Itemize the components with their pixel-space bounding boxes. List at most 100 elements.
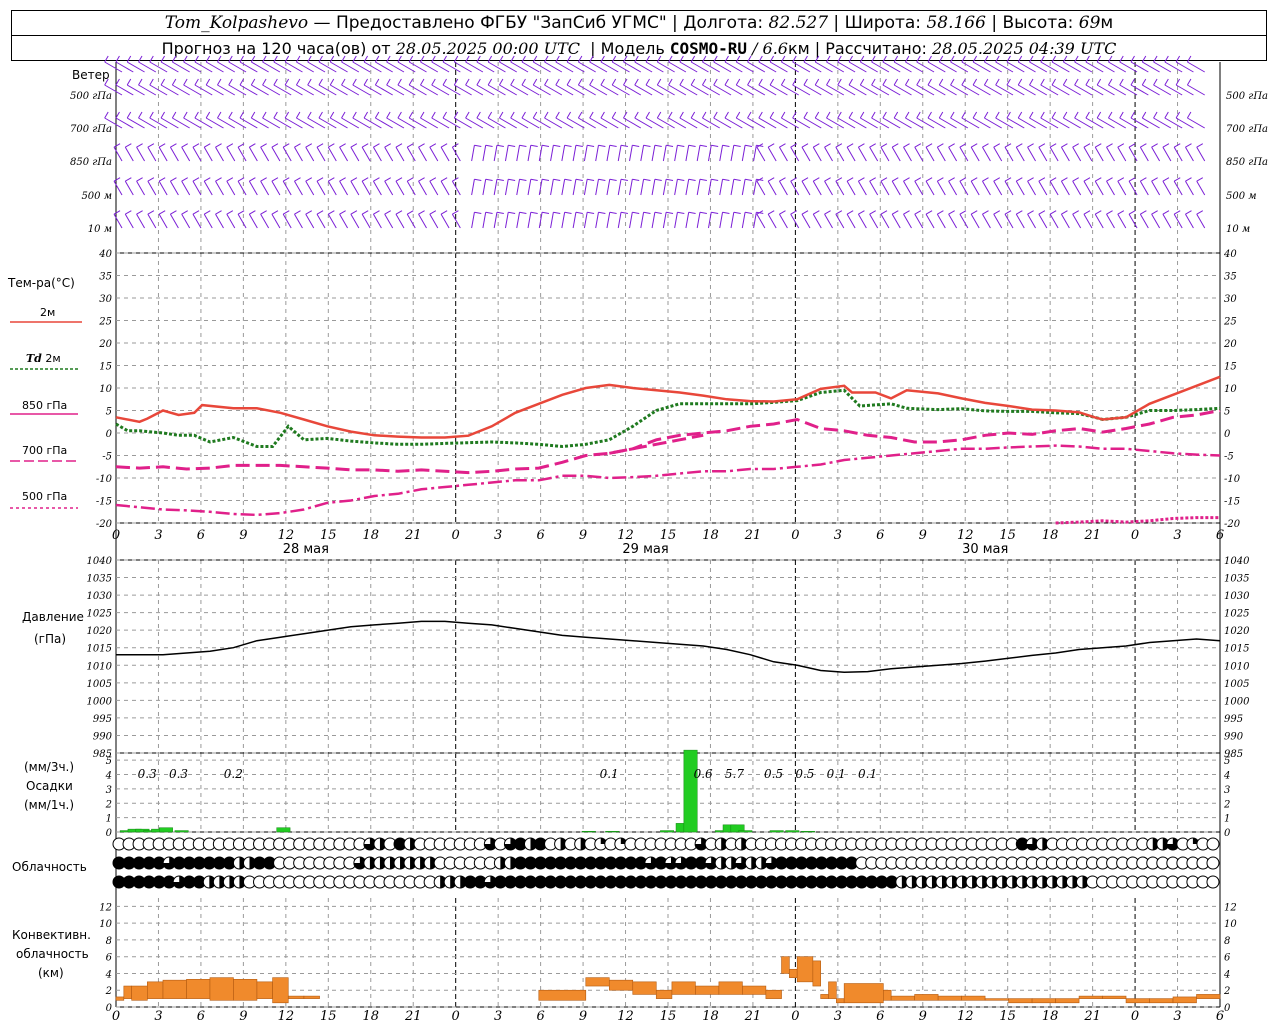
wind-barb-flag <box>654 178 662 181</box>
time-tick-label-bottom: 15 <box>660 1009 677 1024</box>
wind-barb-flag <box>373 177 380 182</box>
wind-barb-flag <box>1072 210 1079 215</box>
wind-barb <box>451 180 461 196</box>
wind-barb <box>824 146 833 162</box>
wind-barb <box>970 213 980 229</box>
wind-barb-flag <box>339 210 346 215</box>
wind-barb <box>696 212 701 229</box>
wind-barb-flag <box>733 178 741 181</box>
wind-barb-flag <box>970 210 978 215</box>
wind-barb-flag <box>609 211 617 214</box>
wind-barb-flag <box>429 177 437 182</box>
wind-barb-flag <box>701 78 707 86</box>
conv-cloud-box <box>796 956 814 983</box>
time-tick-label-bottom: 3 <box>1173 1009 1181 1024</box>
wind-barb <box>730 179 735 196</box>
time-tick-label: 9 <box>239 528 247 543</box>
wind-barb-flag <box>496 178 504 181</box>
wind-barb <box>493 145 498 162</box>
wind-barb <box>1083 213 1093 229</box>
wind-barb-flag <box>316 143 324 148</box>
wind-barb <box>857 146 867 162</box>
wind-barb-flag <box>237 177 245 182</box>
precip-3h-unit: (мм/3ч.) <box>24 760 75 774</box>
wind-barb-flag <box>192 177 200 182</box>
pressure-tick-label-right: 1035 <box>1224 574 1249 585</box>
wind-barb-flag <box>1128 143 1136 148</box>
wind-barb <box>395 146 405 162</box>
conv-cloud-box <box>883 989 892 1001</box>
wind-barb-flag <box>1029 55 1034 63</box>
time-tick-label-bottom: 18 <box>1042 1009 1059 1024</box>
precip-tick-label: 4 <box>105 771 112 782</box>
wind-barb <box>1106 213 1115 229</box>
time-tick-label: 9 <box>579 528 587 543</box>
wind-barb-flag <box>386 111 391 119</box>
wind-barb <box>1060 146 1070 162</box>
wind-barb <box>981 213 991 229</box>
wind-barb <box>824 180 833 196</box>
wind-barb-flag <box>284 55 290 63</box>
wind-barb-flag <box>339 177 346 182</box>
pressure-tick-label-right: 1040 <box>1224 556 1250 567</box>
precip-value-label: 0.1 <box>827 767 846 781</box>
wind-barb <box>674 145 678 162</box>
wind-barb-flag <box>814 111 820 119</box>
wind-barb-flag <box>970 143 978 148</box>
wind-barb-flag <box>600 55 605 63</box>
wind-barb <box>1173 213 1183 229</box>
wind-barb-flag <box>429 210 437 215</box>
cloud-circle <box>1206 837 1220 851</box>
wind-barb-flag <box>1085 78 1090 86</box>
time-tick-label: 15 <box>660 528 677 543</box>
conv-cloud-box <box>131 985 148 1001</box>
precip-value-label: 0.6 <box>694 767 713 781</box>
wind-barb-flag <box>1017 55 1023 63</box>
time-tick-label: 0 <box>1131 528 1139 543</box>
wind-barb <box>136 180 145 196</box>
wind-barb <box>561 179 566 196</box>
wind-barb <box>350 213 360 229</box>
wind-barb-flag <box>215 177 222 182</box>
wind-barb-flag <box>1074 78 1079 86</box>
wind-barb-flag <box>429 143 437 148</box>
wind-barb-flag <box>1040 111 1045 119</box>
time-tick-label: 21 <box>1083 528 1101 543</box>
pressure-tick-label-right: 995 <box>1224 714 1243 725</box>
wind-barb-flag <box>440 177 448 182</box>
wind-barb-flag <box>249 143 256 148</box>
wind-barb-flag <box>217 111 222 119</box>
wind-barb <box>696 145 701 162</box>
time-tick-label-bottom: 21 <box>744 1009 762 1024</box>
wind-barb-flag <box>1004 210 1012 215</box>
wind-barb-flag <box>803 111 808 119</box>
wind-barb-flag <box>961 111 966 119</box>
time-tick-label-bottom: 12 <box>278 1009 295 1024</box>
wind-barb <box>350 146 360 162</box>
wind-barb-flag <box>1083 210 1091 215</box>
wind-barb <box>572 212 577 229</box>
conv-cloud-box <box>742 985 767 995</box>
wind-barb-flag <box>363 55 369 63</box>
wind-barb <box>629 179 633 196</box>
wind-barb-flag <box>880 177 888 182</box>
wind-barb <box>158 213 168 229</box>
wind-barb <box>113 146 123 162</box>
wind-barb-flag <box>837 55 842 63</box>
wind-barb-flag <box>418 210 425 215</box>
wind-barb <box>215 146 224 162</box>
wind-barb-flag <box>577 55 583 63</box>
pressure-tick-label: 990 <box>93 731 113 742</box>
wind-barb-flag <box>801 210 809 215</box>
wind-barb <box>948 213 958 229</box>
wind-barb-flag <box>294 143 301 148</box>
pressure-tick-label: 1030 <box>87 591 113 602</box>
wind-barb-flag <box>147 143 155 148</box>
wind-barb <box>226 180 236 196</box>
wind-barb <box>406 213 416 229</box>
conv-cloud-box <box>1196 994 1221 999</box>
wind-barb <box>1015 213 1025 229</box>
wind-barb-flag <box>1186 55 1192 63</box>
wind-barb-flag <box>959 177 967 182</box>
wind-barb-flag <box>260 177 267 182</box>
